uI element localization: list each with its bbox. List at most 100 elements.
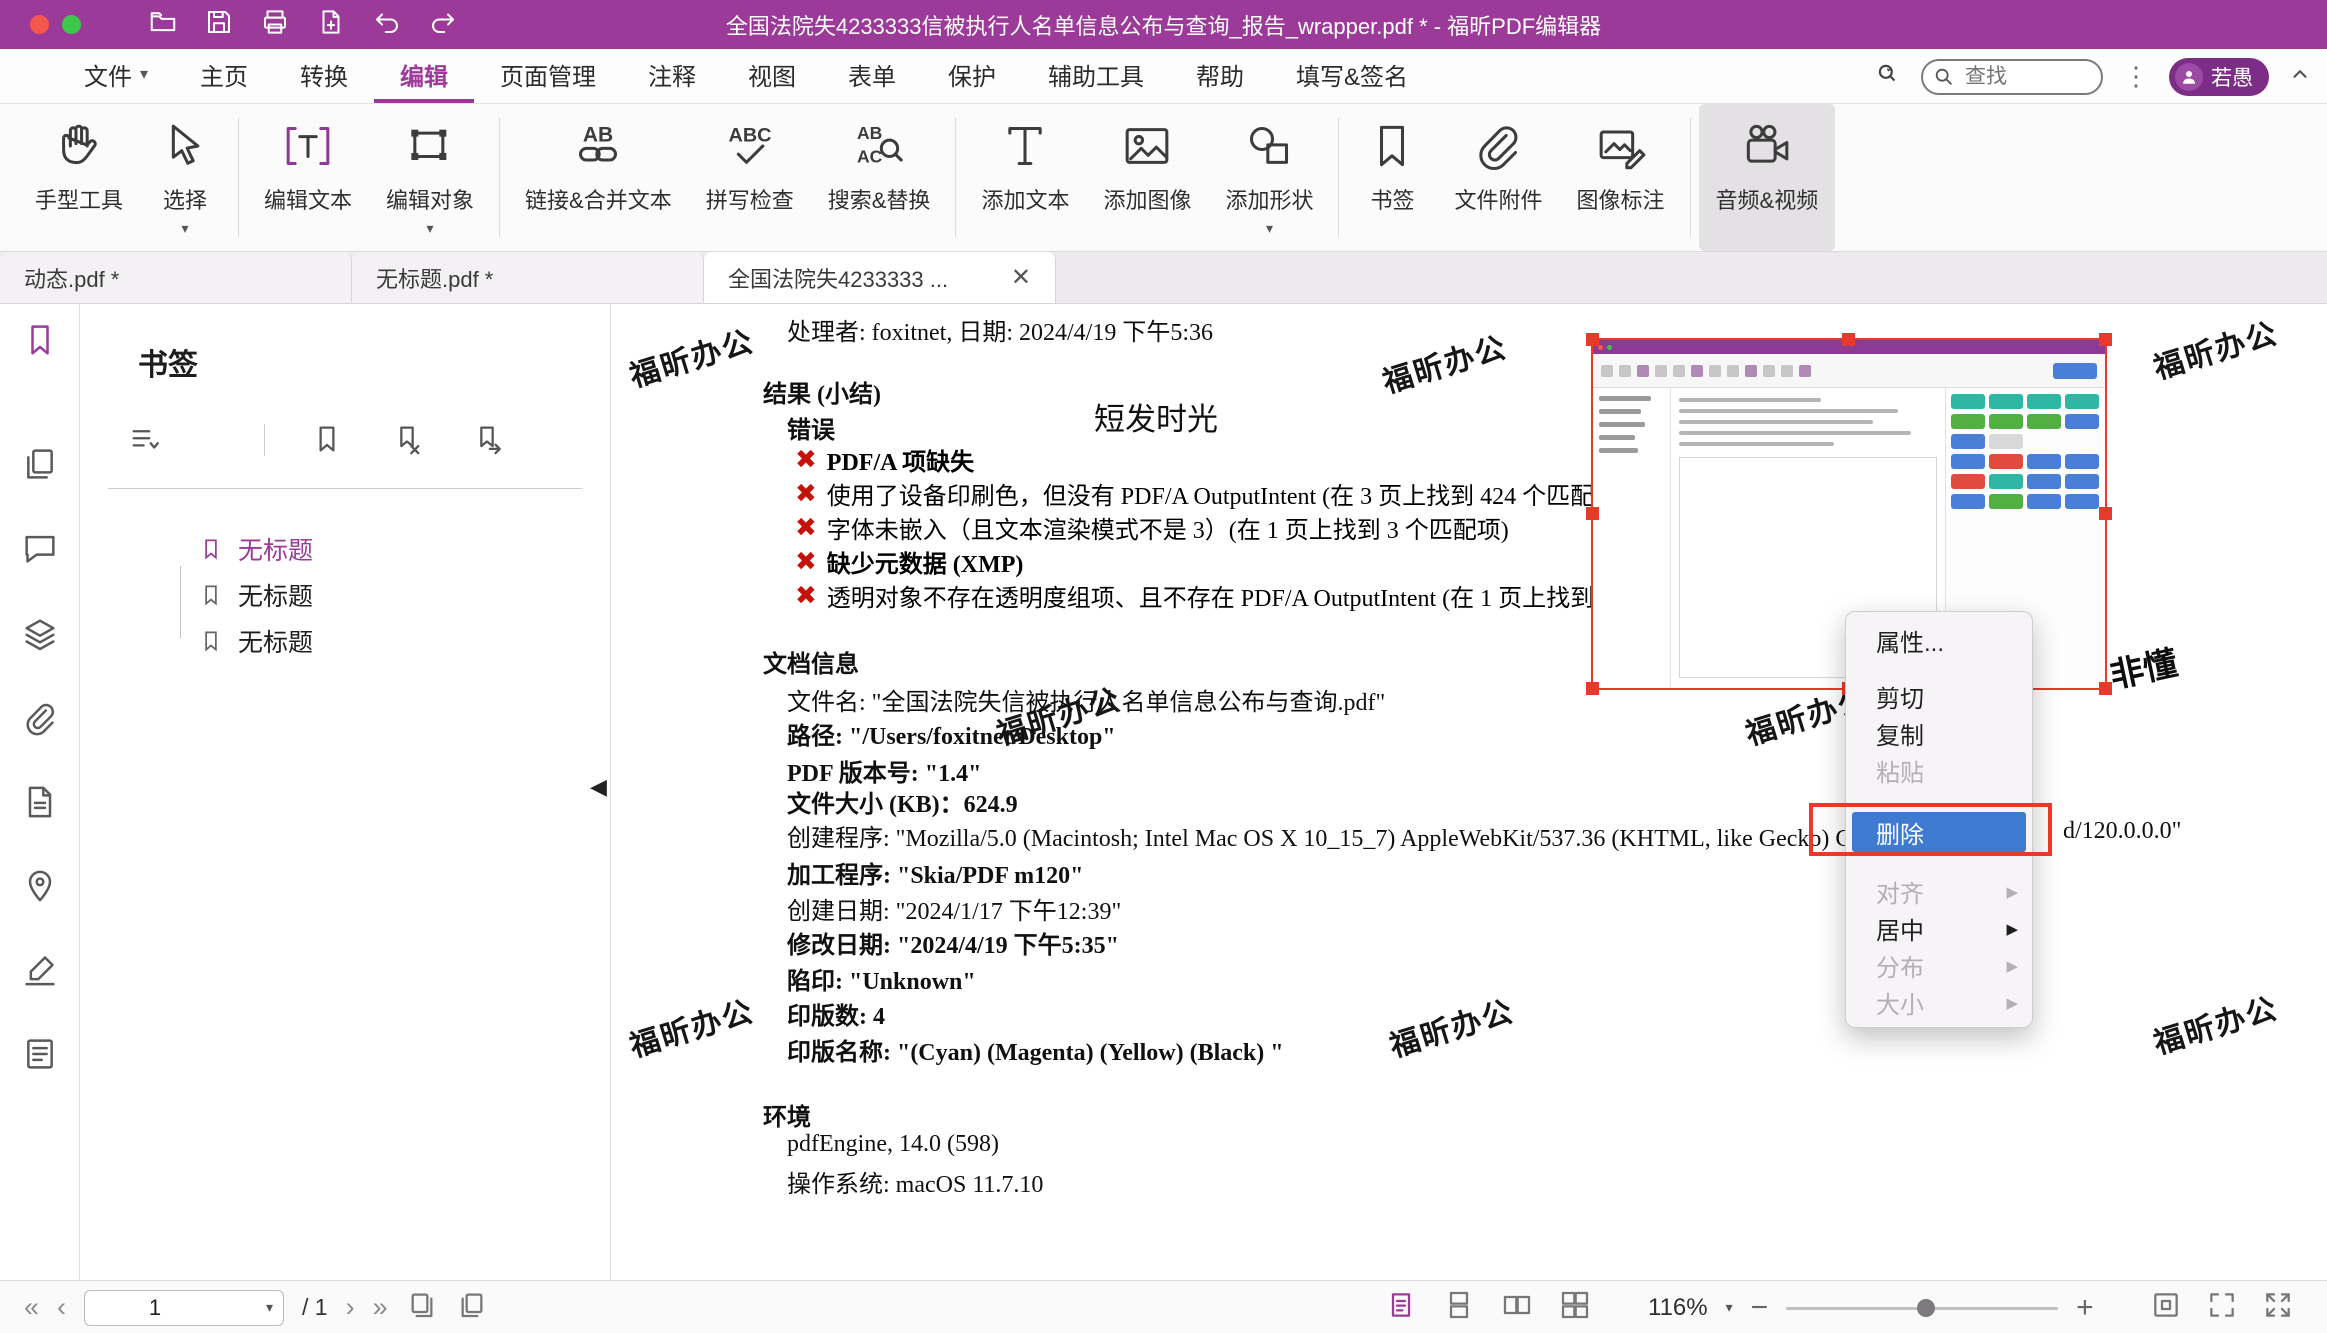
menu-comment[interactable]: 注释 — [622, 49, 722, 103]
layers-panel-icon[interactable] — [20, 614, 60, 654]
select-tool-button[interactable]: 选择 ▾ — [140, 104, 230, 251]
attachments-panel-icon[interactable] — [20, 698, 60, 738]
next-page-icon[interactable]: › — [346, 1292, 355, 1323]
context-menu-item-cut[interactable]: 剪切 — [1846, 678, 2032, 715]
menu-form[interactable]: 表单 — [822, 49, 922, 103]
bookmark-item[interactable]: 无标题 — [198, 622, 313, 660]
locate-bookmark-icon[interactable] — [470, 422, 504, 456]
spell-check-button[interactable]: ABC 拼写检查 — [689, 104, 811, 251]
signature-panel-icon[interactable] — [20, 950, 60, 990]
fit-width-icon[interactable] — [2206, 1289, 2238, 1326]
selection-handle[interactable] — [1842, 333, 1855, 346]
menu-file[interactable]: 文件▾ — [58, 49, 174, 103]
ribbon-tool-label: 图像标注 — [1577, 183, 1665, 215]
add-image-button[interactable]: 添加图像 — [1086, 104, 1208, 251]
page-number-box[interactable]: ▾ — [84, 1290, 284, 1326]
print-icon[interactable] — [260, 7, 290, 42]
document-panel-icon[interactable] — [20, 782, 60, 822]
menu-help[interactable]: 帮助 — [1170, 49, 1270, 103]
more-options-icon[interactable]: ⋮ — [2123, 61, 2149, 92]
bookmark-button[interactable]: 书签 — [1347, 104, 1437, 251]
menu-accessibility[interactable]: 辅助工具 — [1022, 49, 1170, 103]
save-icon[interactable] — [204, 7, 234, 42]
file-attachment-button[interactable]: 文件附件 — [1437, 104, 1559, 251]
bookmark-list-menu-icon[interactable] — [128, 422, 162, 456]
delete-bookmark-icon[interactable] — [390, 422, 424, 456]
context-menu-item-copy[interactable]: 复制 — [1846, 715, 2032, 752]
collapse-ribbon-icon[interactable] — [2289, 63, 2311, 90]
doc-tab-3-active[interactable]: 全国法院失4233333 ... ✕ — [704, 252, 1056, 303]
bookmark-icon — [198, 536, 224, 562]
doc-tab-1[interactable]: 动态.pdf * — [0, 252, 352, 303]
destinations-panel-icon[interactable] — [20, 866, 60, 906]
last-page-icon[interactable]: » — [373, 1292, 388, 1323]
menu-page-management[interactable]: 页面管理 — [474, 49, 622, 103]
page-number-input[interactable] — [95, 1295, 215, 1321]
open-file-icon[interactable] — [148, 7, 178, 42]
user-name: 若愚 — [2211, 62, 2253, 92]
zoom-window-button[interactable] — [62, 15, 81, 34]
add-shapes-button[interactable]: 添加形状 ▾ — [1208, 104, 1330, 251]
fullscreen-icon[interactable] — [2262, 1289, 2294, 1326]
selection-handle[interactable] — [2099, 682, 2112, 695]
collapse-panel-icon[interactable]: ◀ — [590, 774, 607, 800]
selection-handle[interactable] — [1586, 333, 1599, 346]
find-search-field[interactable] — [1921, 59, 2103, 95]
chevron-down-icon[interactable]: ▾ — [1726, 1299, 1733, 1316]
doc-tab-2[interactable]: 无标题.pdf * — [352, 252, 704, 303]
audio-video-button[interactable]: 音频&视频 — [1699, 104, 1836, 251]
export-icon[interactable] — [316, 7, 346, 42]
panel-rule — [108, 488, 582, 489]
continuous-view-icon[interactable] — [1443, 1289, 1475, 1326]
menu-edit[interactable]: 编辑 — [374, 49, 474, 103]
zoom-slider-thumb[interactable] — [1917, 1299, 1935, 1317]
pdf-page[interactable]: 福昕办公 福昕办公 福昕办公 福昕办公 福昕办公 福昕办公 福昕办公 福昕办公 … — [611, 304, 2327, 1280]
undo-icon[interactable] — [372, 7, 402, 42]
search-menu-icon[interactable] — [1875, 61, 1901, 92]
menu-view[interactable]: 视图 — [722, 49, 822, 103]
bookmark-item[interactable]: 无标题 — [198, 576, 313, 614]
facing-continuous-view-icon[interactable] — [1559, 1289, 1591, 1326]
zoom-out-icon[interactable]: − — [1751, 1291, 1769, 1325]
link-join-text-button[interactable]: AB 链接&合并文本 — [508, 104, 689, 251]
fit-page-icon[interactable] — [2150, 1289, 2182, 1326]
zoom-level[interactable]: 116% — [1648, 1294, 1708, 1322]
context-menu-item-center[interactable]: 居中▶ — [1846, 910, 2032, 947]
selection-handle[interactable] — [1586, 682, 1599, 695]
close-tab-icon[interactable]: ✕ — [1011, 263, 1031, 292]
bookmarks-panel-icon[interactable] — [20, 320, 60, 360]
menu-home[interactable]: 主页 — [174, 49, 274, 103]
single-page-view-icon[interactable] — [1385, 1289, 1417, 1326]
previous-page-icon[interactable]: ‹ — [57, 1292, 66, 1323]
menu-convert[interactable]: 转换 — [274, 49, 374, 103]
image-annotation-button[interactable]: 图像标注 — [1560, 104, 1682, 251]
redo-icon[interactable] — [428, 7, 458, 42]
hand-tool-button[interactable]: 手型工具 — [18, 104, 140, 251]
add-bookmark-icon[interactable] — [310, 422, 344, 456]
form-fields-panel-icon[interactable] — [20, 1034, 60, 1074]
selection-handle[interactable] — [2099, 333, 2112, 346]
doc-tab-label: 无标题.pdf * — [376, 262, 493, 294]
bookmark-item[interactable]: 无标题 — [198, 530, 313, 568]
pages-panel-icon[interactable] — [20, 444, 60, 484]
previous-view-icon[interactable] — [406, 1288, 438, 1327]
next-view-icon[interactable] — [456, 1288, 488, 1327]
selection-handle[interactable] — [1586, 507, 1599, 520]
search-replace-button[interactable]: ABAC 搜索&替换 — [811, 104, 948, 251]
context-menu-item-properties[interactable]: 属性... — [1846, 622, 2032, 659]
zoom-in-icon[interactable]: + — [2076, 1291, 2094, 1325]
facing-view-icon[interactable] — [1501, 1289, 1533, 1326]
menu-protect[interactable]: 保护 — [922, 49, 1022, 103]
add-text-button[interactable]: 添加文本 — [964, 104, 1086, 251]
ribbon-tool-label: 搜索&替换 — [828, 183, 931, 215]
comments-panel-icon[interactable] — [20, 528, 60, 568]
user-account-button[interactable]: 若愚 — [2169, 58, 2269, 96]
zoom-slider[interactable] — [1786, 1298, 2058, 1318]
selection-handle[interactable] — [2099, 507, 2112, 520]
edit-text-button[interactable]: 编辑文本 — [247, 104, 369, 251]
close-window-button[interactable] — [30, 15, 49, 34]
menu-fill-sign[interactable]: 填写&签名 — [1270, 49, 1434, 103]
edit-object-button[interactable]: 编辑对象 ▾ — [369, 104, 491, 251]
first-page-icon[interactable]: « — [24, 1292, 39, 1323]
chevron-down-icon[interactable]: ▾ — [266, 1299, 273, 1316]
